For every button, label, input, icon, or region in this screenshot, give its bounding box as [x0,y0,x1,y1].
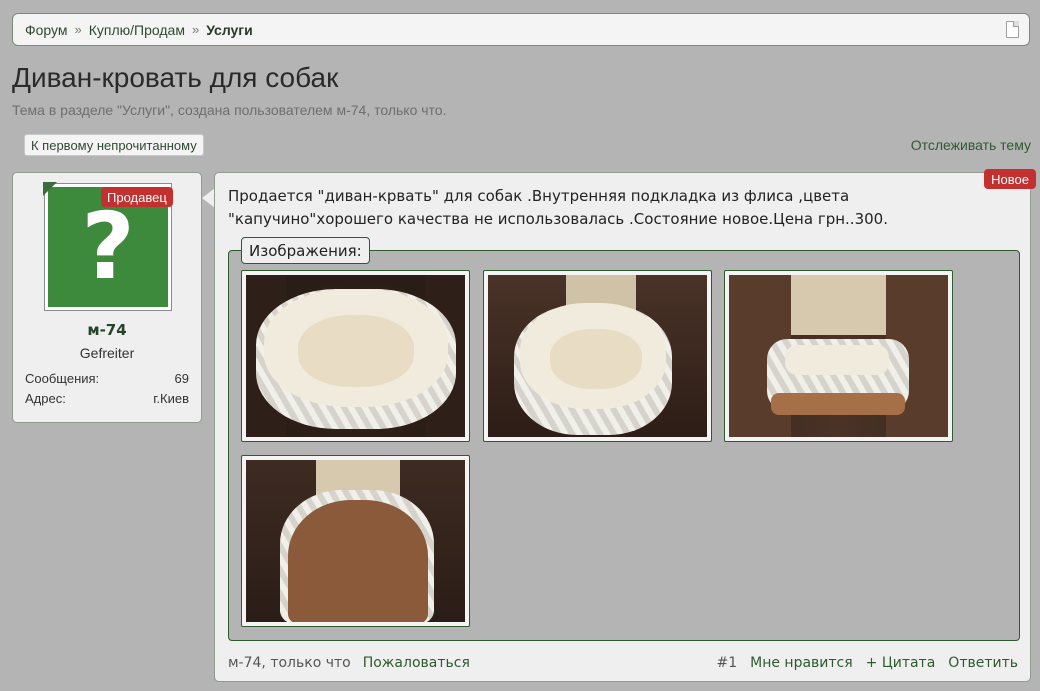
message-text: Продается "диван-крвать" для собак .Внут… [228,187,888,228]
message-footer: м-74, только что Пожаловаться #1 Мне нра… [228,655,1018,671]
dog-bed-photo [488,275,707,437]
breadcrumb-separator: » [74,22,82,37]
stat-label: Сообщения: [25,371,100,386]
stat-messages: Сообщения: 69 [25,371,189,386]
message: Новое Продается "диван-крвать" для собак… [214,169,1036,682]
stat-value[interactable]: 69 [175,371,189,386]
dog-bed-photo [246,460,465,622]
watch-thread-link[interactable]: Отслеживать тему [911,137,1031,153]
like-link[interactable]: Мне нравится [750,655,853,671]
attachment-thumbnail[interactable] [241,270,470,442]
attachments-label: Изображения: [241,237,370,264]
reply-link[interactable]: Ответить [948,655,1018,671]
attachment-thumbnail[interactable] [724,270,953,442]
page-title: Диван-кровать для собак [12,62,339,93]
username[interactable]: м-74 [13,321,201,339]
post-author-time[interactable]: м-74, только что [228,655,351,671]
seller-badge: Продавец [101,187,173,207]
quote-link[interactable]: + Цитата [866,655,936,671]
attachment-thumbnail[interactable] [241,455,470,627]
breadcrumb: Форум » Куплю/Продам » Услуги [12,13,1030,46]
stat-address: Адрес: г.Киев [25,391,189,406]
attachments: Изображения: [228,237,1020,641]
user-title: Gefreiter [79,345,135,361]
first-unread-button[interactable]: К первому непрочитанному [24,134,204,156]
attachment-thumbnail[interactable] [483,270,712,442]
document-icon[interactable] [1006,21,1019,38]
stat-value: г.Киев [153,391,189,406]
stat-label: Адрес: [25,391,66,406]
dog-bed-photo [246,275,465,437]
breadcrumb-buy-sell[interactable]: Куплю/Продам [89,22,185,38]
breadcrumb-forum[interactable]: Форум [25,22,68,38]
dog-bed-photo [729,275,948,437]
thread-description: Тема в разделе "Услуги", создана пользов… [12,102,447,118]
breadcrumb-services[interactable]: Услуги [206,22,253,38]
user-panel: ? Продавец м-74 Gefreiter Сообщения: 69 … [12,172,202,423]
avatar-corner-marker [43,182,57,196]
report-link[interactable]: Пожаловаться [363,655,470,671]
breadcrumb-separator: » [191,22,200,37]
post-number[interactable]: #1 [716,655,737,671]
